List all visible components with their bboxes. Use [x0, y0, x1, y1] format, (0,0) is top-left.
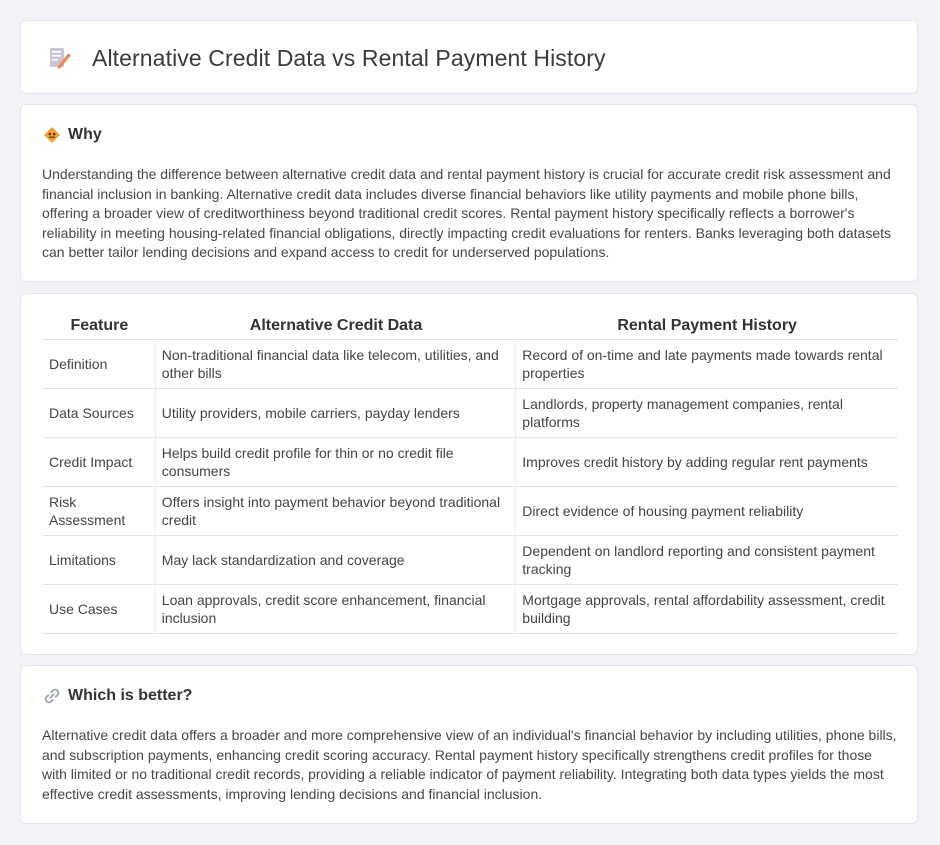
table-row: Limitations May lack standardization and… — [43, 536, 898, 585]
why-heading: Why — [43, 126, 102, 144]
which-is-better-section: Which is better? Alternative credit data… — [20, 665, 918, 824]
feature-cell: Limitations — [43, 536, 156, 585]
feature-cell: Data Sources — [43, 389, 156, 438]
feature-cell: Credit Impact — [43, 438, 156, 487]
table-row: Definition Non-traditional financial dat… — [43, 340, 898, 389]
alternative-cell: Loan approvals, credit score enhancement… — [155, 585, 517, 634]
table-row: Data Sources Utility providers, mobile c… — [43, 389, 898, 438]
header-feature: Feature — [43, 316, 156, 340]
comparison-section: Feature Alternative Credit Data Rental P… — [20, 293, 918, 655]
title-row: Alternative Credit Data vs Rental Paymen… — [47, 21, 606, 95]
table-row: Risk Assessment Offers insight into paym… — [43, 487, 898, 536]
alternative-cell: Helps build credit profile for thin or n… — [155, 438, 517, 487]
better-text: Alternative credit data offers a broader… — [42, 727, 897, 802]
rental-cell: Dependent on landlord reporting and cons… — [516, 536, 898, 585]
table-header-row: Feature Alternative Credit Data Rental P… — [43, 316, 898, 340]
header-alternative-credit-data: Alternative Credit Data — [155, 316, 517, 340]
table-row: Use Cases Loan approvals, credit score e… — [43, 585, 898, 634]
better-title: Which is better? — [68, 687, 193, 704]
rental-cell: Direct evidence of housing payment relia… — [516, 487, 898, 536]
rental-cell: Improves credit history by adding regula… — [516, 438, 898, 487]
diamond-sign-icon — [43, 126, 61, 144]
alternative-cell: Utility providers, mobile carriers, payd… — [155, 389, 517, 438]
alternative-cell: Offers insight into payment behavior bey… — [155, 487, 517, 536]
alternative-cell: Non-traditional financial data like tele… — [155, 340, 517, 389]
feature-cell: Definition — [43, 340, 156, 389]
why-title: Why — [68, 126, 102, 143]
rental-cell: Landlords, property management companies… — [516, 389, 898, 438]
better-heading: Which is better? — [43, 687, 192, 705]
comparison-table: Feature Alternative Credit Data Rental P… — [43, 316, 898, 634]
why-text: Understanding the difference between alt… — [42, 166, 892, 261]
page-title: Alternative Credit Data vs Rental Paymen… — [92, 44, 606, 71]
feature-cell: Use Cases — [43, 585, 156, 634]
link-icon — [43, 687, 61, 705]
header-card: Alternative Credit Data vs Rental Paymen… — [20, 20, 918, 94]
document-pencil-icon — [47, 46, 71, 70]
feature-cell: Risk Assessment — [43, 487, 156, 536]
rental-cell: Mortgage approvals, rental affordability… — [516, 585, 898, 634]
header-rental-payment-history: Rental Payment History — [516, 316, 898, 340]
why-section: Why Understanding the difference between… — [20, 104, 918, 282]
alternative-cell: May lack standardization and coverage — [155, 536, 517, 585]
table-row: Credit Impact Helps build credit profile… — [43, 438, 898, 487]
rental-cell: Record of on-time and late payments made… — [516, 340, 898, 389]
